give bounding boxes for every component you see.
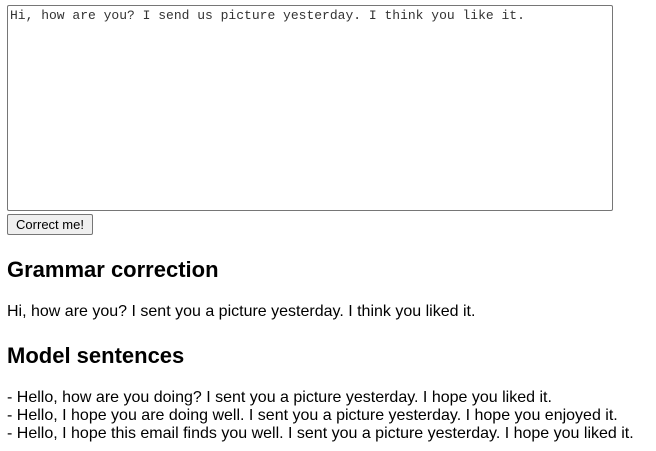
model-sentences-list: - Hello, how are you doing? I sent you a… (7, 389, 634, 443)
model-sentence: - Hello, how are you doing? I sent you a… (7, 389, 552, 406)
correct-me-button[interactable]: Correct me! (7, 214, 93, 235)
corrected-text: Hi, how are you? I sent you a picture ye… (7, 303, 476, 320)
model-sentences-heading: Model sentences (7, 343, 185, 368)
model-sentence: - Hello, I hope this email finds you wel… (7, 425, 634, 442)
grammar-correction-heading: Grammar correction (7, 257, 219, 282)
model-sentence: - Hello, I hope you are doing well. I se… (7, 407, 618, 424)
text-input[interactable] (7, 5, 613, 211)
